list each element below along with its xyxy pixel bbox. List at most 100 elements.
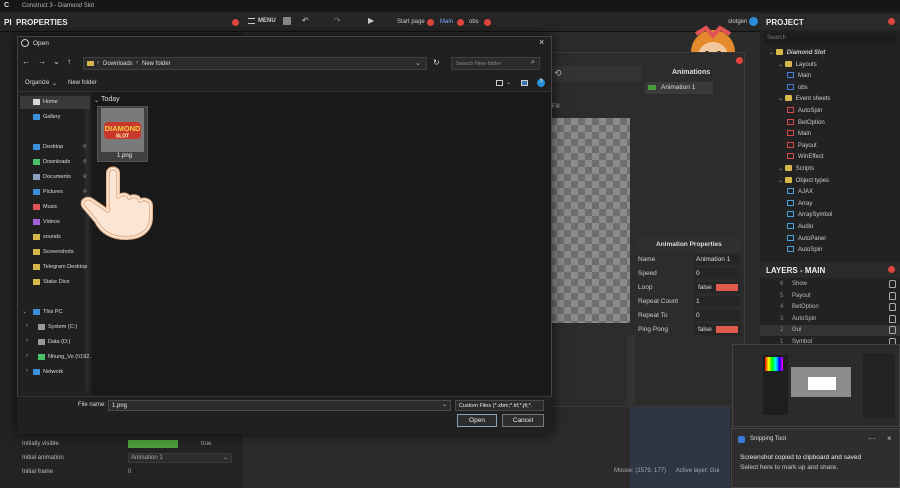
view-mode-icon[interactable]	[496, 80, 503, 86]
lock-icon[interactable]	[889, 303, 896, 311]
tab-close-icon[interactable]	[427, 19, 434, 26]
ping-pong-toggle[interactable]: false	[694, 324, 740, 335]
file-name-input[interactable]: 1.png ⌄	[108, 400, 451, 411]
nav-item[interactable]: Telegram Desktop	[20, 261, 90, 274]
project-tree-item[interactable]: AJAX	[787, 188, 813, 199]
save-icon[interactable]	[283, 17, 291, 25]
anim-prop-row[interactable]: Ping Pong false	[636, 323, 742, 337]
project-tree-item[interactable]: Main	[787, 72, 811, 83]
help-icon[interactable]: ?	[537, 79, 545, 87]
anim-prop-row[interactable]: Name Animation 1	[636, 253, 742, 267]
open-button[interactable]: Open	[457, 414, 497, 427]
image-canvas[interactable]	[550, 118, 630, 323]
project-tree-item[interactable]: AutoPanel	[787, 234, 826, 246]
anim-prop-row[interactable]: Repeat To 0	[636, 309, 742, 323]
nav-item[interactable]: Stake Dice	[20, 276, 90, 289]
preview-pane-icon[interactable]	[521, 80, 528, 86]
breadcrumb-new-folder[interactable]: New folder	[142, 61, 171, 67]
layer-row[interactable]: 2 Gui	[760, 325, 900, 336]
project-tree-item[interactable]: Array	[787, 199, 812, 211]
menu-button[interactable]: MENU	[258, 18, 276, 24]
anim-prop-row[interactable]: Speed 0	[636, 267, 742, 281]
project-tree-item[interactable]: BetOption	[787, 118, 825, 130]
project-tree-item[interactable]: ⌄ Layouts	[778, 60, 817, 72]
lock-icon[interactable]	[889, 314, 896, 323]
layer-row[interactable]: 6 Show	[760, 279, 900, 290]
project-tree-item[interactable]: ⌄ Scripts	[778, 165, 814, 176]
animation-list-item[interactable]: Animation 1	[645, 82, 713, 94]
preview-play-icon[interactable]: ▶	[368, 16, 374, 25]
property-row[interactable]: Initial frame 0	[0, 466, 243, 480]
file-type-select[interactable]: Custom Files (*.xbm;*.tif;*.jfi;*.	[455, 400, 544, 411]
snip-preview-thumbnail[interactable]	[732, 344, 900, 427]
more-options-icon[interactable]: ···	[868, 434, 876, 443]
nav-item[interactable]: Desktop ⚲	[20, 141, 90, 154]
nav-item[interactable]: Screenshots	[20, 246, 90, 259]
back-icon[interactable]: ←	[22, 57, 30, 66]
nav-item[interactable]: ⌄ This PC	[20, 306, 90, 319]
lock-icon[interactable]	[889, 280, 896, 288]
redo-icon[interactable]: ↷	[334, 16, 341, 25]
anim-prop-row[interactable]: Loop false	[636, 281, 742, 295]
layer-row[interactable]: 4 BetOption	[760, 302, 900, 313]
chevron-down-icon[interactable]: ⌄	[415, 59, 421, 67]
project-search-input[interactable]: Search	[764, 33, 896, 45]
folder-search-input[interactable]: Search New folder	[451, 57, 540, 70]
anim-name-field[interactable]: Animation 1	[694, 254, 740, 265]
project-tree-item[interactable]: Audio	[787, 223, 813, 234]
lock-icon[interactable]	[889, 326, 896, 334]
up-icon[interactable]: ↑	[67, 57, 71, 66]
close-icon[interactable]: ×	[539, 37, 544, 47]
nav-item[interactable]: › System (C:)	[20, 321, 90, 334]
chevron-down-icon[interactable]: ⌄	[506, 79, 511, 86]
project-tree-item[interactable]: WinEffect	[787, 153, 824, 164]
breadcrumb-downloads[interactable]: Downloads	[103, 61, 133, 67]
animation-select[interactable]: Animation 1 ⌄	[128, 453, 232, 463]
anim-prop-row[interactable]: Repeat Count 1	[636, 295, 742, 309]
nav-item[interactable]: › Network	[20, 366, 90, 379]
undo-icon[interactable]: ↶	[302, 16, 309, 25]
project-tree-item[interactable]: AutoSpin	[787, 246, 822, 257]
repeat-to-field[interactable]: 0	[694, 310, 740, 321]
layer-row[interactable]: 5 Payout	[760, 291, 900, 302]
project-tree-item[interactable]: Payout	[787, 141, 817, 153]
project-tree-item[interactable]: Main	[787, 130, 811, 141]
close-icon[interactable]: ×	[887, 434, 892, 443]
nav-item[interactable]: › Data (D:)	[20, 336, 90, 349]
lock-icon[interactable]	[889, 291, 896, 300]
address-bar[interactable]: › Downloads › New folder ⌄	[83, 57, 427, 70]
project-tree-item[interactable]: ⌄ Object types	[778, 176, 829, 188]
tab-obs[interactable]: obs	[469, 19, 479, 25]
editor-close-icon[interactable]	[736, 57, 743, 64]
project-tree-item[interactable]: ⌄ Diamond Slot	[769, 49, 825, 60]
repeat-count-field[interactable]: 1	[694, 296, 740, 307]
menu-icon[interactable]	[248, 18, 255, 24]
checkbox-bar[interactable]	[128, 440, 178, 448]
refresh-icon[interactable]: ↻	[433, 58, 440, 67]
nav-item[interactable]: Gallery	[20, 111, 90, 124]
tab-close-icon[interactable]	[484, 19, 491, 26]
user-avatar[interactable]	[749, 17, 758, 26]
speed-field[interactable]: 0	[694, 268, 740, 279]
tab-main[interactable]: Main	[440, 19, 453, 25]
property-row[interactable]: Initial animation Animation 1 ⌄	[0, 452, 243, 466]
nav-item[interactable]: › Nhung_Vo (\\192.	[20, 351, 91, 364]
loop-toggle[interactable]: false	[694, 282, 740, 293]
project-tree-item[interactable]: AutoSpin	[787, 107, 822, 118]
vertical-scrollbar[interactable]	[627, 335, 635, 407]
file-list[interactable]	[92, 92, 551, 395]
layer-row[interactable]: 3 AutoSpin	[760, 314, 900, 325]
panel-close-icon[interactable]	[888, 18, 895, 25]
project-tree-item[interactable]: ArraySymbol	[787, 211, 832, 222]
cancel-button[interactable]: Cancel	[502, 414, 544, 427]
project-tree-item[interactable]: obs	[787, 83, 808, 95]
panel-close-icon[interactable]	[888, 266, 895, 273]
forward-icon[interactable]: →	[38, 57, 46, 66]
chevron-down-icon[interactable]: ⌄	[52, 80, 57, 87]
project-tree-item[interactable]: ⌄ Event sheets	[778, 95, 830, 106]
chevron-down-icon[interactable]: ⌄	[53, 57, 60, 66]
tab-close-icon[interactable]	[457, 19, 464, 26]
new-folder-button[interactable]: New folder	[68, 80, 97, 86]
rotate-icon[interactable]: ⟲	[554, 68, 562, 79]
snipping-tool-notification[interactable]: Snipping Tool ··· × Screenshot copied to…	[731, 428, 900, 488]
